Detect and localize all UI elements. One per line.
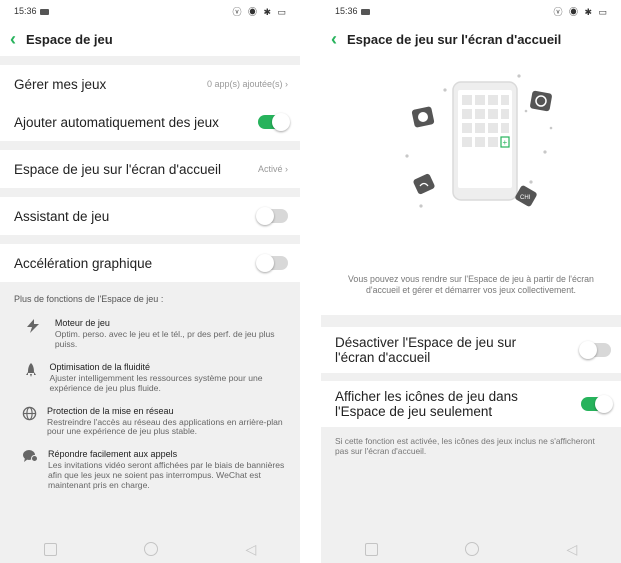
rocket-icon xyxy=(22,362,40,394)
feature-item: Moteur de jeu Optim. perso. avec le jeu … xyxy=(0,310,300,354)
assistant-label: Assistant de jeu xyxy=(14,208,110,224)
feature-item: Répondre facilement aux appels Les invit… xyxy=(0,441,300,495)
feature-title: Répondre facilement aux appels xyxy=(48,449,178,460)
recents-nav-icon[interactable] xyxy=(364,542,378,556)
manage-games-row[interactable]: Gérer mes jeux 0 app(s) ajoutée(s) › xyxy=(0,65,300,103)
accel-toggle[interactable] xyxy=(256,254,288,272)
home-screen-value: Activé › xyxy=(257,164,288,174)
status-time: 15:36 xyxy=(335,6,370,16)
chat-icon xyxy=(22,449,38,491)
header: ‹ Espace de jeu xyxy=(0,22,300,56)
illustration: + CHI xyxy=(321,56,621,270)
nav-bar: ◁ xyxy=(321,535,621,563)
status-icons: ⓥ ◉ ✱ ▭ xyxy=(553,6,609,17)
status-bar: 15:36 ⓥ ◉ ✱ ▭ xyxy=(321,0,621,22)
header: ‹ Espace de jeu sur l'écran d'accueil xyxy=(321,22,621,56)
lightning-icon xyxy=(22,318,45,350)
manage-games-value: 0 app(s) ajoutée(s) › xyxy=(206,79,288,89)
assistant-row: Assistant de jeu xyxy=(0,197,300,235)
feature-item: Protection de la mise en réseau Restrein… xyxy=(0,398,300,442)
phone-illustration: + CHI xyxy=(405,74,553,208)
only-space-toggle[interactable] xyxy=(581,395,613,414)
assistant-group: Assistant de jeu xyxy=(0,197,300,235)
notification-icon xyxy=(360,8,370,15)
disable-home-toggle[interactable] xyxy=(579,341,611,360)
svg-text:+: + xyxy=(503,138,508,147)
disable-home-row: Désactiver l'Espace de jeu sur l'écran d… xyxy=(321,327,621,374)
left-screen: 15:36 ⓥ ◉ ✱ ▭ ‹ Espace de jeu Gérer mes … xyxy=(0,0,300,563)
back-nav-icon[interactable]: ◁ xyxy=(246,541,257,558)
home-screen-label: Espace de jeu sur l'écran d'accueil xyxy=(14,161,222,177)
notification-icon xyxy=(39,8,49,15)
feature-title: Moteur de jeu xyxy=(54,318,110,328)
accel-row: Accélération graphique xyxy=(0,244,300,282)
accel-group: Accélération graphique xyxy=(0,244,300,282)
only-space-note: Si cette fonction est activée, les icône… xyxy=(335,436,595,457)
manage-games-label: Gérer mes jeux xyxy=(14,76,107,92)
recents-nav-icon[interactable] xyxy=(43,542,57,556)
only-space-row: Afficher les icônes de jeu dans l'Espace… xyxy=(321,381,621,428)
home-group: Espace de jeu sur l'écran d'accueil Acti… xyxy=(0,150,300,188)
home-nav-icon[interactable] xyxy=(465,542,480,556)
home-screen-row[interactable]: Espace de jeu sur l'écran d'accueil Acti… xyxy=(0,150,300,188)
feature-item: Optimisation de la fluidité Ajuster inte… xyxy=(0,354,300,398)
accel-label: Accélération graphique xyxy=(14,255,153,271)
auto-add-row: Ajouter automatiquement des jeux xyxy=(0,103,300,141)
home-description: Vous pouvez vous rendre sur l'Espace de … xyxy=(321,270,621,316)
assistant-toggle[interactable] xyxy=(256,207,288,225)
games-group: Gérer mes jeux 0 app(s) ajoutée(s) › Ajo… xyxy=(0,65,300,141)
nav-bar: ◁ xyxy=(0,535,300,563)
only-space-label: Afficher les icônes de jeu dans l'Espace… xyxy=(335,388,518,420)
feature-desc: Restreindre l'accès au réseau des applic… xyxy=(47,416,283,437)
page-title: Espace de jeu xyxy=(26,31,113,47)
back-nav-icon[interactable]: ◁ xyxy=(567,541,578,558)
right-screen: 15:36 ⓥ ◉ ✱ ▭ ‹ Espace de jeu sur l'écra… xyxy=(321,0,621,563)
home-nav-icon[interactable] xyxy=(144,542,159,556)
status-icons: ⓥ ◉ ✱ ▭ xyxy=(232,6,288,17)
features-title: Plus de fonctions de l'Espace de jeu : xyxy=(14,294,164,304)
feature-title: Optimisation de la fluidité xyxy=(49,361,151,372)
status-time: 15:36 xyxy=(14,6,49,16)
page-title: Espace de jeu sur l'écran d'accueil xyxy=(347,31,562,47)
feature-desc: Optim. perso. avec le jeu et le tél., pr… xyxy=(54,329,275,349)
feature-desc: Les invitations vidéo seront affichées p… xyxy=(48,460,285,490)
feature-title: Protection de la mise en réseau xyxy=(47,405,174,416)
disable-home-label: Désactiver l'Espace de jeu sur l'écran d… xyxy=(335,334,517,366)
svg-text:CHI: CHI xyxy=(520,195,531,201)
auto-add-label: Ajouter automatiquement des jeux xyxy=(14,114,219,130)
auto-add-toggle[interactable] xyxy=(258,113,290,131)
status-bar: 15:36 ⓥ ◉ ✱ ▭ xyxy=(0,0,300,22)
feature-desc: Ajuster intelligemment les ressources sy… xyxy=(49,372,263,393)
back-icon[interactable]: ‹ xyxy=(331,30,337,48)
back-icon[interactable]: ‹ xyxy=(10,30,16,48)
globe-icon xyxy=(22,406,37,438)
